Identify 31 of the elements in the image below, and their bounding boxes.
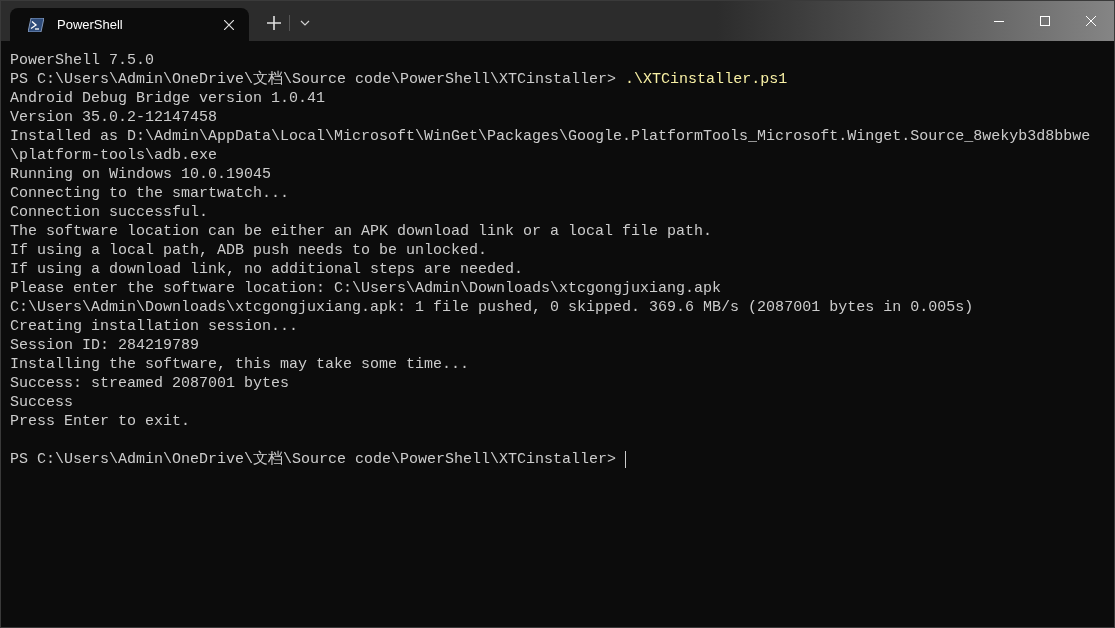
prompt-text: PS C:\Users\Admin\OneDrive\文档\Source code\PowerShell\XTCinstaller> <box>10 450 618 469</box>
chevron-down-icon <box>300 20 310 26</box>
command-text: .\XTCinstaller.ps1 <box>625 70 788 89</box>
output-line: Android Debug Bridge version 1.0.41 <box>10 89 326 108</box>
maximize-icon <box>1040 16 1050 26</box>
output-line: Installed as D:\Admin\AppData\Local\Microsoft\WinGet\Packages\Google.PlatformTools_Microsoft.Winget.Source_8wekyb3d8bbwe <box>10 127 1091 146</box>
output-line: Creating installation session... <box>10 317 299 336</box>
plus-icon <box>267 16 281 30</box>
tab-title: PowerShell <box>57 15 124 34</box>
output-line: Connection successful. <box>10 203 209 222</box>
output-line: Version 35.0.2-12147458 <box>10 108 218 127</box>
close-icon <box>224 19 234 30</box>
output-line: PowerShell 7.5.0 <box>10 51 155 70</box>
output-line: Session ID: 284219789 <box>10 336 200 355</box>
terminal-tab[interactable]: PowerShell <box>10 8 249 41</box>
powershell-icon <box>28 17 44 32</box>
output-line: Installing the software, this may take some time... <box>10 355 470 374</box>
output-line: Success <box>10 393 73 412</box>
output-line: Press Enter to exit. <box>10 412 191 431</box>
output-line: Please enter the software location: C:\Users\Admin\Downloads\xtcgongjuxiang.apk <box>10 279 722 298</box>
output-line: If using a local path, ADB push needs to be unlocked. <box>10 241 488 260</box>
output-line: The software location can be either an APK download link or a local file path. <box>10 222 713 241</box>
output-line: Connecting to the smartwatch... <box>10 184 290 203</box>
minimize-icon <box>994 20 1004 22</box>
output-line: If using a download link, no additional steps are needed. <box>10 260 524 279</box>
output-line: \platform-tools\adb.exe <box>10 146 218 165</box>
output-line: Running on Windows 10.0.19045 <box>10 165 272 184</box>
prompt-text: PS C:\Users\Admin\OneDrive\文档\Source code\PowerShell\XTCinstaller> <box>10 70 618 89</box>
close-icon <box>1086 16 1096 26</box>
output-line: Success: streamed 2087001 bytes <box>10 374 290 393</box>
output-line: C:\Users\Admin\Downloads\xtcgongjuxiang.apk: 1 file pushed, 0 skipped. 369.6 MB/s (2087001 bytes in 0.005s) <box>10 298 974 317</box>
